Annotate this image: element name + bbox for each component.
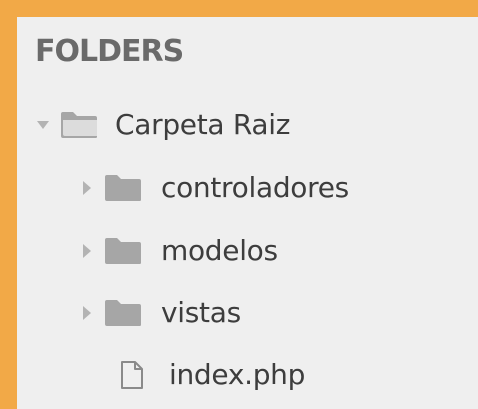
folder-open-icon [57, 110, 101, 140]
tree-item-label: vistas [161, 296, 241, 329]
tree-item-modelos[interactable]: modelos [79, 226, 278, 276]
chevron-right-icon[interactable] [79, 305, 95, 321]
tree-item-root-folder[interactable]: Carpeta Raiz [35, 100, 290, 150]
tree-item-label: modelos [161, 234, 278, 267]
folder-icon [101, 173, 145, 203]
chevron-down-icon[interactable] [35, 117, 51, 133]
tree-item-label: index.php [169, 358, 306, 391]
tree-item-label: Carpeta Raiz [115, 108, 291, 141]
file-icon [119, 360, 145, 390]
tree-item-vistas[interactable]: vistas [79, 288, 241, 338]
tree-item-label: controladores [161, 171, 349, 204]
folders-section-title: FOLDERS [35, 34, 184, 69]
tree-item-controladores[interactable]: controladores [79, 163, 349, 213]
folder-icon [101, 298, 145, 328]
chevron-right-icon[interactable] [79, 243, 95, 259]
chevron-right-icon[interactable] [79, 180, 95, 196]
folder-icon [101, 236, 145, 266]
tree-item-index-php[interactable]: index.php [119, 350, 305, 400]
sidebar-panel: FOLDERS Carpeta Raiz controladores model… [17, 17, 478, 409]
